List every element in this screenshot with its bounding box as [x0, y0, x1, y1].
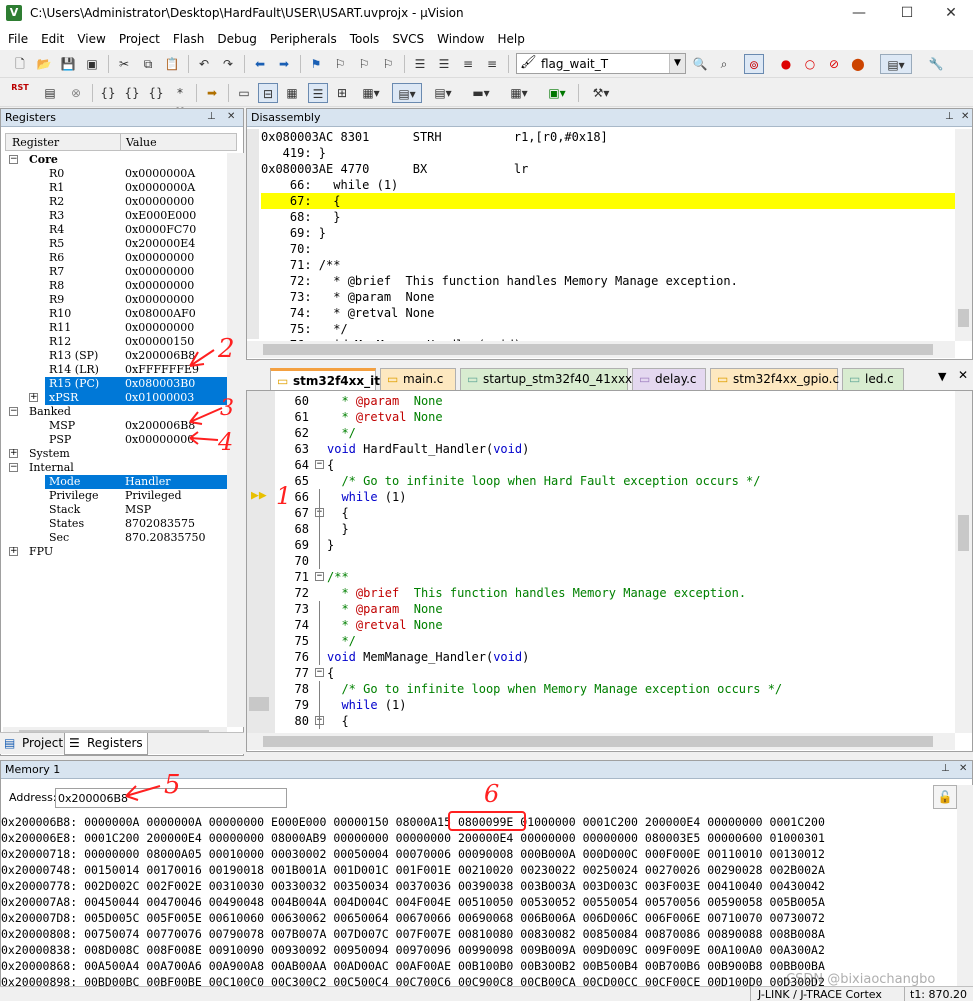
highlight-box-08000A15 — [448, 811, 526, 831]
arrow-psp — [189, 431, 219, 445]
arrow-address — [125, 785, 161, 801]
arrow-msp — [189, 407, 223, 425]
arrow-r14 — [189, 349, 215, 367]
annotation-marks — [125, 349, 526, 831]
